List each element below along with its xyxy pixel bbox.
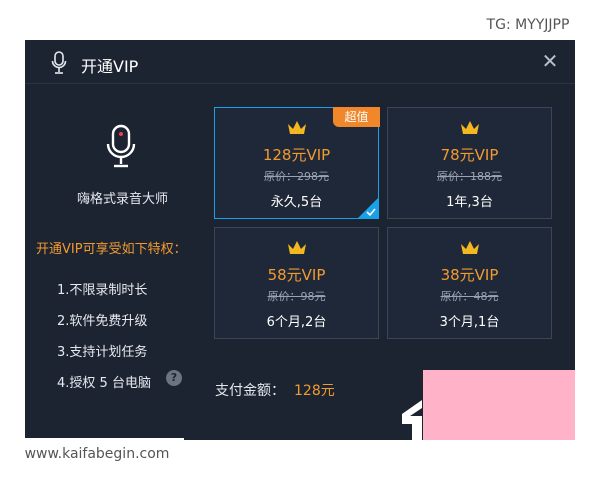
microphone-icon <box>51 51 67 74</box>
plan-price: 78元VIP <box>440 146 499 164</box>
pay-button[interactable] <box>423 370 575 440</box>
plan-detail: 1年,3台 <box>446 195 493 210</box>
plan-original-price: 原价：48元 <box>440 290 499 303</box>
crown-icon <box>288 121 306 134</box>
title-bar: 开通VIP ✕ <box>25 40 575 84</box>
app-logo-microphone-icon <box>106 124 136 168</box>
crown-icon <box>461 241 479 254</box>
privilege-item: 1.不限录制时长 <box>57 283 148 298</box>
privilege-item: 4.授权 5 台电脑 <box>57 376 151 391</box>
dialog-title: 开通VIP <box>81 57 139 76</box>
help-icon[interactable]: ? <box>166 370 182 386</box>
payment-label: 支付金额： <box>215 383 285 399</box>
crown-icon <box>288 241 306 254</box>
plan-detail: 6个月,2台 <box>266 315 327 330</box>
plan-original-price: 原价：298元 <box>264 170 329 183</box>
close-icon: ✕ <box>541 49 559 73</box>
watermark-site: www.kaifabegin.com <box>10 438 184 470</box>
plan-card-78[interactable]: 78元VIP 原价：188元 1年,3台 <box>387 107 552 219</box>
privilege-item: 3.支持计划任务 <box>57 345 148 360</box>
plan-original-price: 原价：98元 <box>267 290 326 303</box>
close-button[interactable]: ✕ <box>539 50 561 72</box>
plan-card-38[interactable]: 38元VIP 原价：48元 3个月,1台 <box>387 227 552 339</box>
plan-card-128[interactable]: 超值 128元VIP 原价：298元 永久,5台 <box>214 107 380 219</box>
privileges-heading: 开通VIP可享受如下特权： <box>36 242 187 257</box>
plan-detail: 永久,5台 <box>270 195 323 210</box>
privilege-item: 2.软件免费升级 <box>57 314 148 329</box>
plan-price: 58元VIP <box>267 266 326 284</box>
plan-original-price: 原价：188元 <box>437 170 502 183</box>
watermark-tg: TG: MYYJJPP <box>464 9 592 41</box>
plan-detail: 3个月,1台 <box>439 315 500 330</box>
payment-amount: 128元 <box>294 383 335 399</box>
plan-price: 128元VIP <box>262 146 331 164</box>
crown-icon <box>461 121 479 134</box>
app-name: 嗨格式录音大师 <box>76 192 168 207</box>
plan-price: 38元VIP <box>440 266 499 284</box>
vip-dialog: 开通VIP ✕ 嗨格式录音大师 开通VIP可享受如下特权： 1.不限录制时长 2… <box>25 40 575 440</box>
plan-card-58[interactable]: 58元VIP 原价：98元 6个月,2台 <box>214 227 379 339</box>
value-badge: 超值 <box>333 107 380 127</box>
watermark-glyph <box>402 400 422 440</box>
checkmark-icon <box>358 198 378 218</box>
